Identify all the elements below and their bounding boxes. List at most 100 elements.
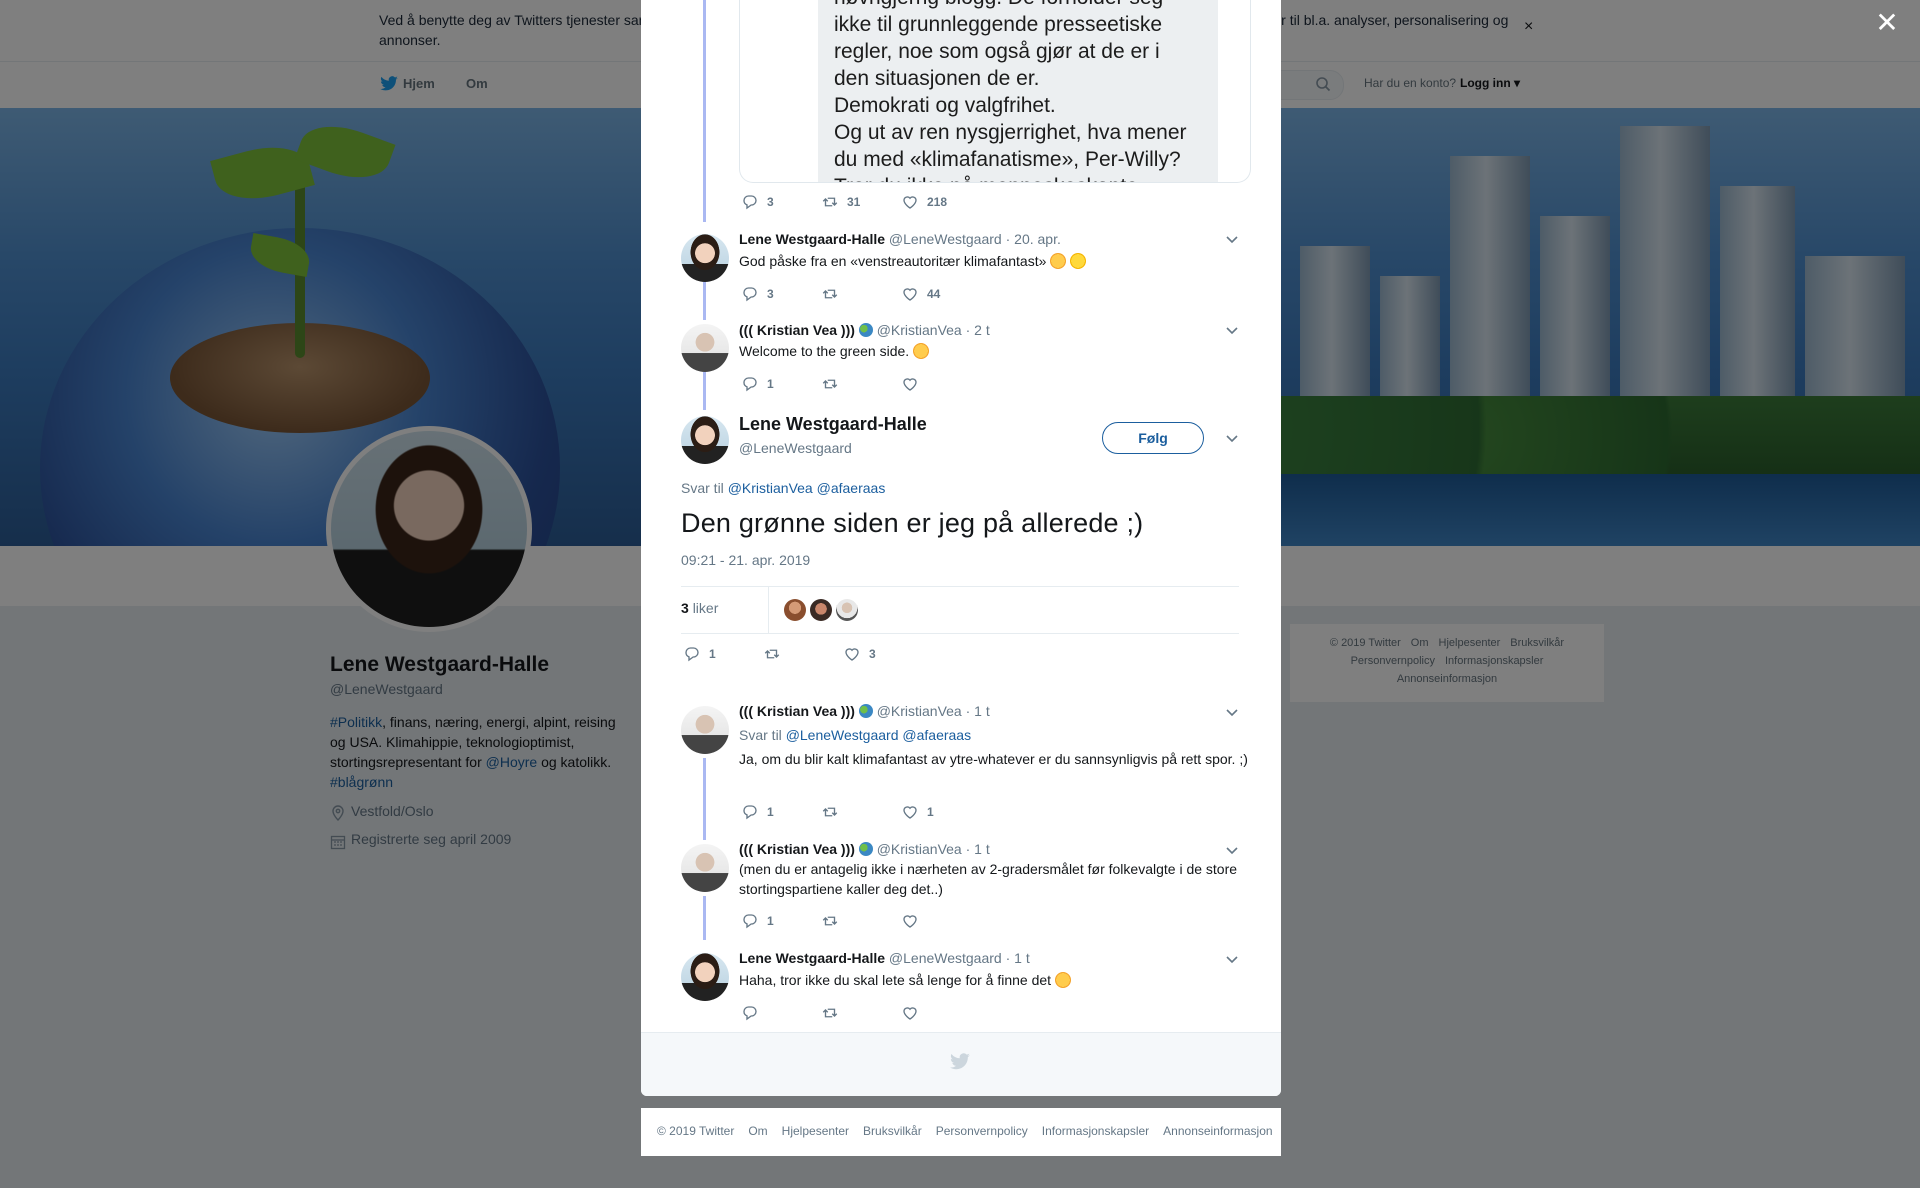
footer-link-cookies[interactable]: Informasjonskapsler [1042,1124,1149,1138]
like-button[interactable]: 44 [901,285,940,303]
main-tweet-avatar[interactable] [681,416,729,464]
reply-icon [743,805,757,820]
reply-button[interactable]: 1 [741,912,774,930]
like-button[interactable]: 218 [901,193,947,211]
footer-link-terms[interactable]: Bruksvilkår [863,1124,922,1138]
like-button[interactable] [901,1004,927,1022]
retweet-icon [822,807,838,817]
main-tweet-author-name[interactable]: Lene Westgaard-Halle [739,414,927,435]
modal-footer [641,1032,1281,1096]
reply-count: 3 [767,287,774,301]
heart-icon [903,378,917,391]
tweet-header: Lene Westgaard-Halle @LeneWestgaard · 20… [739,230,1061,248]
tweet-image[interactable]: nøvngjerrig blogg. De forholder seg ikke… [739,0,1251,183]
reply-to-mention[interactable]: @afaeraas [902,727,971,743]
avatar[interactable] [681,706,729,754]
like-count: 44 [927,287,941,301]
liker-avatar[interactable] [836,599,858,621]
reply-to-mention[interactable]: @KristianVea [728,480,813,496]
retweet-button[interactable]: 31 [821,193,860,211]
tweet-author-name[interactable]: Lene Westgaard-Halle [739,231,885,247]
heart-icon [845,648,859,661]
tweet-text: Haha, tror ikke du skal lete så lenge fo… [739,970,1071,990]
main-tweet-timestamp[interactable]: 09:21 - 21. apr. 2019 [681,552,810,568]
like-count: 1 [927,805,934,819]
tweet-time[interactable]: · 2 t [966,322,990,338]
tweet-time[interactable]: · 1 t [966,841,990,857]
avatar[interactable] [681,324,729,372]
footer-link-ads[interactable]: Annonseinformasjon [1163,1124,1272,1138]
tweet-author-handle[interactable]: @LeneWestgaard [889,950,1002,966]
reply-button[interactable] [741,1004,767,1022]
tweet-author-name[interactable]: ((( Kristian Vea ))) [739,703,855,719]
tweet-author-handle[interactable]: @LeneWestgaard [889,231,1002,247]
tweet-time[interactable]: · 1 t [966,703,990,719]
reply-count: 1 [767,377,774,391]
tweet-image-text: nøvngjerrig blogg. De forholder seg ikke… [834,0,1187,182]
tweet-actions: 1 1 [741,803,1041,823]
chevron-down-icon[interactable] [1225,846,1239,856]
main-tweet-text: Den grønne siden er jeg på allerede ;) [681,508,1144,538]
chevron-down-icon[interactable] [1225,708,1239,718]
chevron-down-icon[interactable] [1225,434,1239,444]
like-button[interactable]: 3 [843,645,876,663]
reply-button[interactable]: 1 [741,803,774,821]
like-button[interactable] [901,375,927,393]
follow-button[interactable]: Følg [1102,422,1204,454]
reply-button[interactable]: 3 [741,193,774,211]
tweet-stats: 3 liker [681,586,1239,634]
globe-emoji-icon [858,842,873,856]
tweet-author-name[interactable]: ((( Kristian Vea ))) [739,322,855,338]
chevron-down-icon[interactable] [1225,955,1239,965]
reply-icon [743,1006,757,1021]
tweet-header: ((( Kristian Vea ))) @KristianVea · 1 t [739,702,990,720]
tweet-author-name[interactable]: Lene Westgaard-Halle [739,950,885,966]
grinning-emoji-icon [1050,253,1067,269]
retweet-button[interactable] [821,803,847,821]
reply-to-mention[interactable]: @afaeraas [817,480,886,496]
liker-avatar[interactable] [784,599,806,621]
retweet-count: 31 [847,195,861,209]
footer-link-help[interactable]: Hjelpesenter [782,1124,849,1138]
likes-stat[interactable]: 3 liker [681,600,718,616]
avatar[interactable] [681,953,729,1001]
twitter-bird-icon [950,1053,970,1070]
main-tweet-author-handle[interactable]: @LeneWestgaard [739,440,852,456]
heart-icon [903,288,917,301]
tweet-author-handle[interactable]: @KristianVea [877,322,962,338]
tweet-time[interactable]: · 1 t [1006,950,1030,966]
like-button[interactable] [901,912,927,930]
reply-icon [743,287,757,302]
like-button[interactable]: 1 [901,803,934,821]
thread-line [703,896,706,940]
liker-avatar[interactable] [810,599,832,621]
tweet-author-handle[interactable]: @KristianVea [877,703,962,719]
tweet-actions: 3 44 [741,285,1041,305]
tweet-author-name[interactable]: ((( Kristian Vea ))) [739,841,855,857]
avatar[interactable] [681,844,729,892]
tweet-text-content: God påske fra en «venstreautoritær klima… [739,253,1047,269]
reply-button[interactable]: 1 [683,645,716,663]
footer-link-privacy[interactable]: Personvernpolicy [936,1124,1028,1138]
tweet-time[interactable]: · 20. apr. [1006,231,1061,247]
thread-line [703,282,706,320]
reply-button[interactable]: 1 [741,375,774,393]
close-icon[interactable]: ✕ [1874,9,1900,37]
chevron-down-icon[interactable] [1225,235,1239,245]
retweet-icon [822,916,838,926]
retweet-icon [822,289,838,299]
tweet-header: ((( Kristian Vea ))) @KristianVea · 1 t [739,840,990,858]
retweet-button[interactable] [821,285,847,303]
reply-to-mention[interactable]: @LeneWestgaard [786,727,899,743]
tweet-author-handle[interactable]: @KristianVea [877,841,962,857]
divider [768,587,769,633]
chevron-down-icon[interactable] [1225,326,1239,336]
retweet-button[interactable] [821,1004,847,1022]
retweet-button[interactable] [821,375,847,393]
retweet-button[interactable] [763,645,789,663]
retweet-button[interactable] [821,912,847,930]
avatar[interactable] [681,234,729,282]
footer-link-about[interactable]: Om [748,1124,767,1138]
reply-context: Svar til @KristianVea @afaeraas [681,480,885,496]
reply-button[interactable]: 3 [741,285,774,303]
